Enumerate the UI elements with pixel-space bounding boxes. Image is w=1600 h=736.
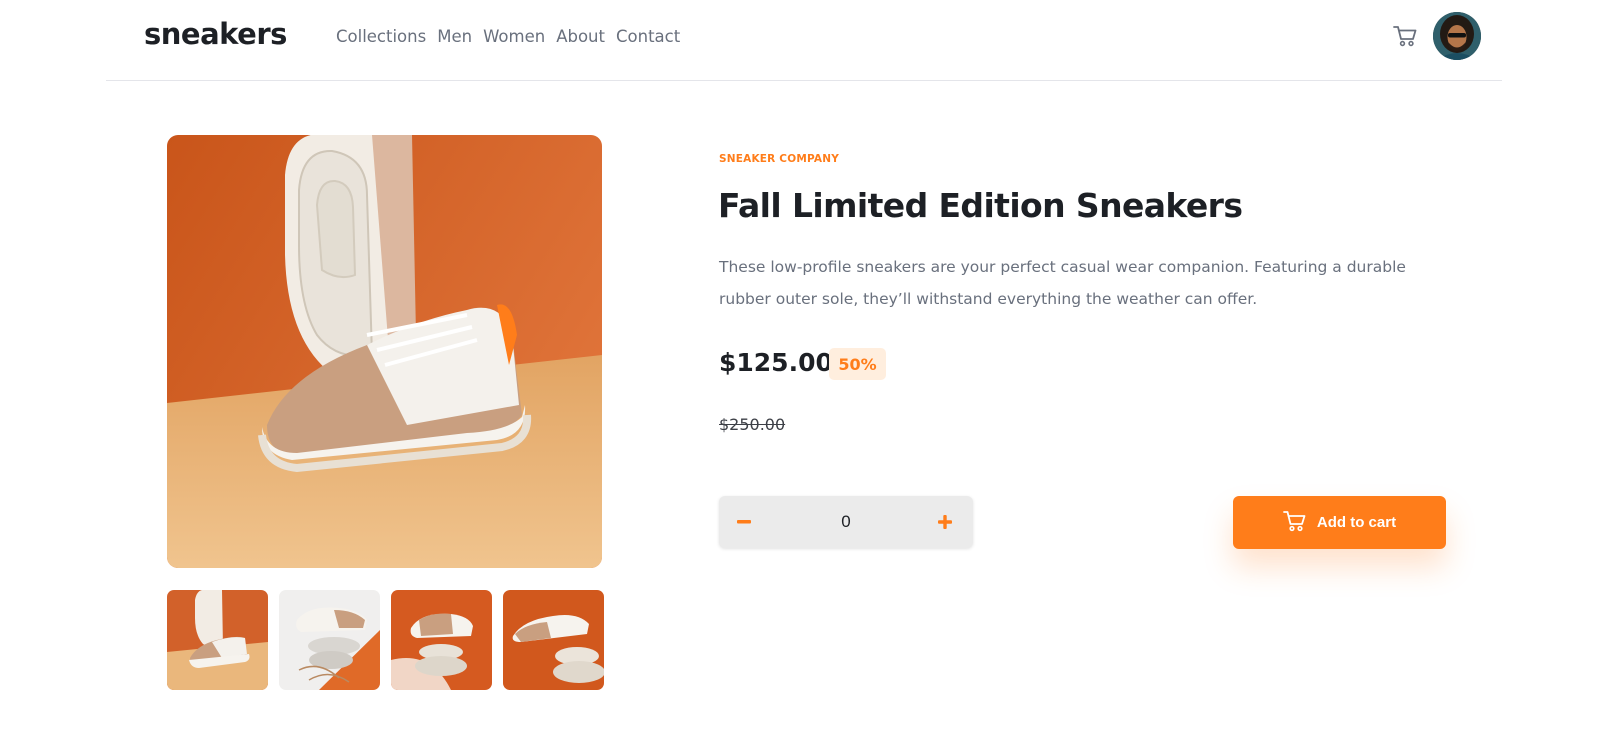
product-description: These low-profile sneakers are your perf… — [719, 258, 1406, 308]
nav-link-women[interactable]: Women — [483, 27, 545, 46]
plus-icon[interactable] — [920, 496, 970, 548]
nav-link-collections[interactable]: Collections — [336, 27, 426, 46]
company-name: SNEAKER COMPANY — [719, 153, 840, 165]
user-avatar[interactable] — [1433, 12, 1481, 60]
main-product-image[interactable] — [167, 135, 602, 568]
current-price: $125.00 — [719, 348, 833, 377]
nav-link-contact[interactable]: Contact — [616, 27, 680, 46]
product-title: Fall Limited Edition Sneakers — [718, 186, 1243, 225]
thumbnail-strip — [167, 590, 604, 690]
thumbnail-3[interactable] — [391, 590, 492, 690]
minus-icon[interactable] — [719, 496, 769, 548]
thumbnail-1[interactable] — [167, 590, 268, 690]
discount-badge: 50% — [829, 348, 886, 380]
logo[interactable]: sneakers — [144, 17, 287, 51]
cart-icon — [1283, 510, 1307, 536]
cart-icon[interactable] — [1392, 23, 1418, 49]
quantity-value[interactable]: 0 — [769, 496, 923, 548]
quantity-stepper: 0 — [719, 496, 973, 548]
nav-link-about[interactable]: About — [556, 27, 605, 46]
thumbnail-4[interactable] — [503, 590, 604, 690]
site-header: sneakers Collections Men Women About Con… — [106, 0, 1502, 81]
add-to-cart-label: Add to cart — [1316, 514, 1397, 531]
thumbnail-2[interactable] — [279, 590, 380, 690]
original-price: $250.00 — [719, 415, 786, 434]
nav-link-men[interactable]: Men — [437, 27, 472, 46]
main-nav: Collections Men Women About Contact — [336, 27, 680, 46]
add-to-cart-button[interactable]: Add to cart — [1233, 496, 1446, 549]
